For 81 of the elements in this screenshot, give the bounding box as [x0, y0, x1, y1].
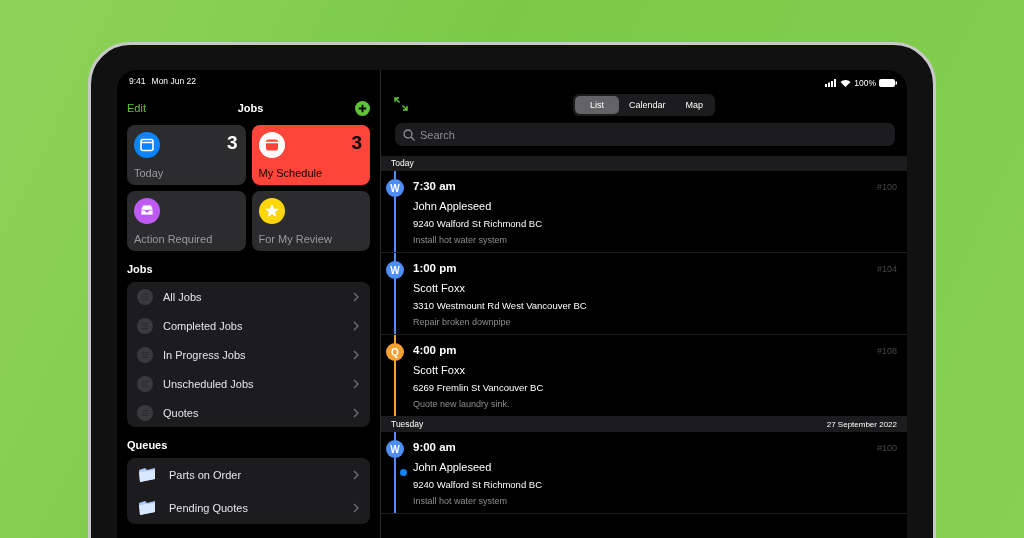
- list-item[interactable]: In Progress Jobs: [127, 340, 370, 369]
- job-type-badge: W: [386, 440, 404, 458]
- job-type-badge: Q: [386, 343, 404, 361]
- job-type-badge: W: [386, 179, 404, 197]
- list-item[interactable]: Parts on Order: [127, 458, 370, 491]
- list-icon: [137, 375, 153, 392]
- job-number: #108: [876, 346, 897, 356]
- day-label: Today: [391, 158, 414, 169]
- job-time: 1:00 pm: [413, 262, 457, 274]
- chevron-icon: [353, 502, 360, 513]
- job-row[interactable]: W 7:30 am #100 John Appleseed 9240 Walford St Richmond BC Install hot water system: [381, 171, 907, 253]
- tile-label: My Schedule: [258, 167, 324, 179]
- day-label: Tuesday: [391, 419, 424, 430]
- tray-icon: [134, 198, 160, 224]
- job-number: #100: [876, 443, 897, 453]
- list-item[interactable]: Quotes: [127, 398, 370, 427]
- battery-icon: [879, 79, 897, 87]
- chevron-icon: [353, 349, 360, 360]
- chevron-icon: [353, 320, 360, 331]
- list-item[interactable]: Pending Quotes: [127, 491, 370, 524]
- chevron-icon: [353, 407, 360, 418]
- chevron-icon: [353, 378, 360, 389]
- calendar-icon: [258, 132, 285, 158]
- list-item[interactable]: Completed Jobs: [127, 311, 370, 340]
- customer-name: John Appleseed: [413, 461, 493, 473]
- job-row[interactable]: W 9:00 am #100 John Appleseed 9240 Walford St Richmond BC Install hot water system: [381, 432, 907, 514]
- tile-label: For My Review: [258, 233, 333, 245]
- list-icon: [137, 288, 153, 305]
- job-description: Repair broken downpipe: [413, 317, 512, 327]
- customer-name: Scott Foxx: [413, 282, 466, 294]
- job-time: 9:00 am: [413, 441, 456, 453]
- segment-tab[interactable]: Calendar: [619, 96, 676, 114]
- job-row[interactable]: W 1:00 pm #104 Scott Foxx 3310 Westmount Rd West Vancouver BC Repair broken downpipe: [381, 253, 907, 335]
- list-icon: [137, 404, 153, 421]
- wifi-icon: [840, 79, 852, 87]
- job-type-badge: W: [386, 261, 404, 279]
- job-address: 9240 Walford St Richmond BC: [413, 479, 543, 490]
- customer-name: John Appleseed: [413, 200, 493, 212]
- chevron-icon: [353, 469, 360, 480]
- chevron-icon: [353, 291, 360, 302]
- tile-count: 3: [351, 132, 362, 154]
- calendar-icon: [134, 132, 160, 158]
- job-time: 4:00 pm: [413, 344, 457, 356]
- list-icon: [137, 317, 153, 334]
- tile-label: Action Required: [134, 233, 214, 245]
- list-icon: [137, 346, 153, 363]
- day-date: 27 September 2022: [826, 419, 897, 430]
- list-item[interactable]: All Jobs: [127, 282, 370, 311]
- job-time: 7:30 am: [413, 180, 456, 192]
- job-address: 6269 Fremlin St Vancouver BC: [413, 382, 545, 393]
- job-address: 3310 Westmount Rd West Vancouver BC: [413, 300, 588, 311]
- section-title: Queues: [127, 439, 169, 451]
- folder-icon: [137, 465, 157, 484]
- job-description: Quote new laundry sink.: [413, 399, 511, 409]
- search-field[interactable]: Search: [395, 123, 895, 146]
- tile-label: Today: [134, 167, 165, 179]
- status-date: Mon Jun 22: [151, 76, 196, 88]
- filter-tile[interactable]: 3 My Schedule: [251, 125, 370, 185]
- search-icon: [403, 129, 415, 141]
- section-title: Jobs: [127, 263, 154, 275]
- filter-tile[interactable]: For My Review: [251, 191, 370, 251]
- folder-icon: [137, 498, 157, 517]
- add-icon[interactable]: [355, 100, 370, 116]
- job-number: #100: [876, 182, 897, 192]
- job-number: #104: [876, 264, 897, 274]
- status-time: 9:41: [129, 76, 146, 88]
- customer-name: Scott Foxx: [413, 364, 466, 376]
- job-description: Install hot water system: [413, 235, 509, 245]
- expand-icon[interactable]: [394, 97, 408, 111]
- sidebar-title: Jobs: [237, 102, 264, 114]
- edit-button[interactable]: Edit: [127, 102, 146, 114]
- filter-tile[interactable]: Action Required: [127, 191, 246, 251]
- list-item[interactable]: Unscheduled Jobs: [127, 369, 370, 398]
- job-description: Install hot water system: [413, 496, 509, 506]
- segment-tab[interactable]: Map: [675, 96, 714, 114]
- signal-icon: [825, 79, 838, 87]
- segment-tab[interactable]: List: [574, 96, 619, 114]
- battery-percent: 100%: [854, 78, 876, 88]
- job-address: 9240 Walford St Richmond BC: [413, 218, 543, 229]
- filter-tile[interactable]: 3 Today: [127, 125, 246, 185]
- tile-count: 3: [226, 132, 238, 154]
